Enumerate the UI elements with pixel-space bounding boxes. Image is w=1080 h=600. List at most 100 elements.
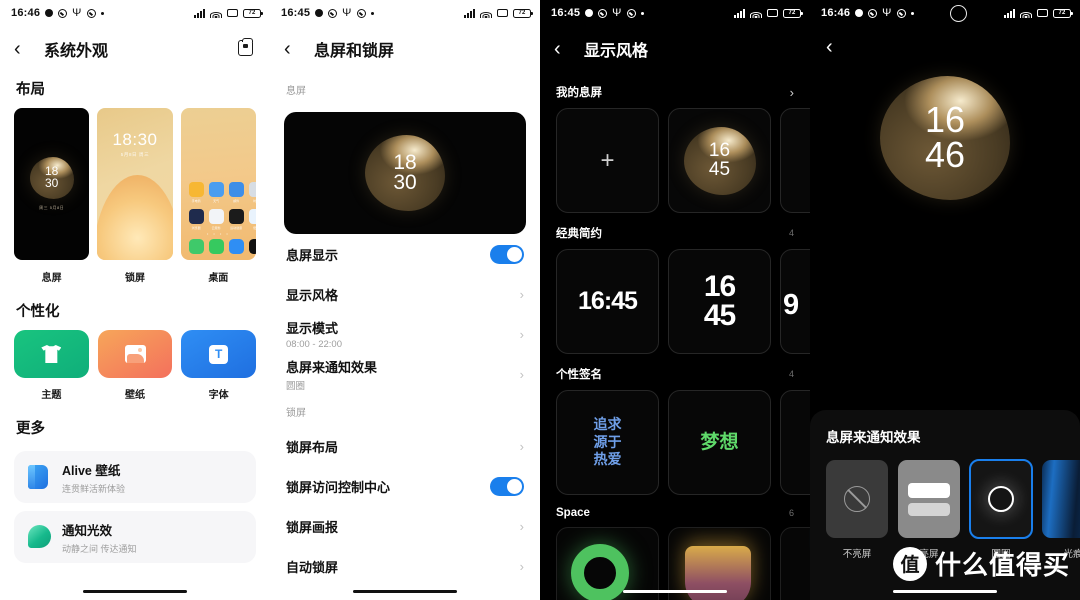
home-indicator[interactable] <box>893 589 997 593</box>
list-item-title: Alive 壁纸 <box>62 463 121 478</box>
back-button[interactable]: ‹ <box>554 39 574 59</box>
effect-option[interactable]: 不亮屏 <box>826 460 888 560</box>
home-app-label: 时钟 <box>253 199 256 203</box>
home-indicator[interactable] <box>83 589 187 593</box>
sim-icon <box>497 9 508 17</box>
lock-time: 18:30 <box>112 130 158 149</box>
signal-icon <box>464 8 475 18</box>
wifi-icon <box>1020 9 1032 18</box>
preview-aod[interactable]: 18 30 周三 5月8日 息屏 <box>14 108 90 284</box>
clock-minute: 45 <box>703 298 736 332</box>
watermark: 值 什么值得买 <box>892 545 1070 582</box>
settings-row[interactable]: 息屏显示 <box>270 234 540 274</box>
chevron-right-icon: › <box>519 518 524 534</box>
settings-row[interactable]: 显示风格 › <box>270 274 540 314</box>
check-circle-icon <box>58 8 68 18</box>
more-list: Alive 壁纸 连贯鲜活新体验 通知光效 动静之间 传达通知 <box>0 447 270 563</box>
tile-caption: 壁纸 <box>125 390 145 401</box>
list-item-alive-wallpaper[interactable]: Alive 壁纸 连贯鲜活新体验 <box>14 451 256 503</box>
chevron-right-icon[interactable]: › <box>790 85 794 100</box>
full-screen-icon[interactable] <box>898 460 960 538</box>
theme-store-icon[interactable] <box>238 37 256 58</box>
home-app-icon: 手电筒 <box>188 182 204 203</box>
full-screen-icon <box>908 482 950 516</box>
clock-numeral: 9 <box>783 289 799 322</box>
wifi-icon <box>480 9 492 18</box>
style-card[interactable]: 12369 <box>780 249 810 354</box>
aod-blob: 16 45 <box>683 126 756 195</box>
home-app-label: 天气 <box>213 199 220 203</box>
style-card[interactable]: 16 45 <box>668 249 771 354</box>
tile-caption: 主题 <box>41 390 62 401</box>
check-circle-icon <box>356 8 366 18</box>
camera-ring-icon <box>950 4 968 22</box>
back-button[interactable]: ‹ <box>14 39 34 59</box>
usb-icon: Ψ <box>882 6 892 19</box>
style-section-header: Space 6 <box>540 495 810 527</box>
style-card[interactable]: 追求极致完美轻易不说 <box>780 108 810 213</box>
check-circle-icon <box>896 8 906 18</box>
home-app-icon: 运动健康 <box>228 209 244 230</box>
light-trail-icon[interactable] <box>1042 460 1080 538</box>
settings-row[interactable]: 息屏来通知效果 圆圈 › <box>270 354 540 394</box>
signature-line: 源于 <box>593 433 622 450</box>
usb-icon: Ψ <box>612 6 622 19</box>
settings-row[interactable]: 锁屏布局 › <box>270 426 540 466</box>
app-bar: ‹ 显示风格 <box>540 26 810 72</box>
page-title: 显示风格 <box>584 43 649 60</box>
space-artwork <box>781 528 810 600</box>
home-app-label: 运动健康 <box>230 226 243 230</box>
settings-row-subtitle: 圆圈 <box>286 380 306 392</box>
chevron-right-icon: › <box>519 326 524 342</box>
settings-row[interactable]: 锁屏画报 › <box>270 506 540 546</box>
home-indicator[interactable] <box>623 589 727 593</box>
settings-list-lockscreen: 锁屏布局 › 锁屏访问控制中心锁屏画报 › 自动锁屏 › <box>270 426 540 586</box>
signal-icon <box>1004 8 1015 18</box>
preview-lockscreen[interactable]: 18:30 5月8日 周三 锁屏 <box>97 108 173 284</box>
check-circle-icon <box>626 8 636 18</box>
style-card[interactable]: 梦想 <box>668 390 771 495</box>
notification-glow-icon <box>28 525 51 548</box>
section-title-more: 更多 <box>16 421 45 437</box>
panel-notification-effect: 16:46 Ψ 72 ‹ 16 46 息屏来通知效果 不亮屏 亮屏 圆圈 光痕 … <box>810 0 1080 600</box>
settings-toggle[interactable] <box>490 476 524 496</box>
style-card[interactable]: 16:45 <box>556 249 659 354</box>
settings-row[interactable]: 自动锁屏 › <box>270 546 540 586</box>
circle-glow-icon[interactable] <box>969 459 1033 539</box>
settings-row-title: 息屏显示 <box>286 247 339 263</box>
style-card[interactable]: 追求极致完美轻易不说 <box>780 390 810 495</box>
style-card[interactable]: 16 <box>780 527 810 600</box>
signal-icon <box>734 8 745 18</box>
tile-theme[interactable]: 主题 <box>14 330 89 401</box>
style-card[interactable]: 追求 源于 热爱 <box>556 390 659 495</box>
home-indicator[interactable] <box>353 589 457 593</box>
list-item-subtitle: 动静之间 传达通知 <box>62 543 137 554</box>
status-time: 16:45 <box>281 7 311 19</box>
chevron-right-icon: › <box>519 438 524 454</box>
tile-wallpaper[interactable]: 壁纸 <box>97 330 173 401</box>
battery-icon: 72 <box>513 8 533 18</box>
preview-homescreen[interactable]: 手电筒 天气 邮件 时钟浏览器 云服务 运动健康 便签 • • • • 桌面 <box>180 108 256 284</box>
settings-row[interactable]: 显示模式 08:00 - 22:00 › <box>270 314 540 354</box>
home-app-label: 云服务 <box>211 226 221 230</box>
settings-row[interactable]: 锁屏访问控制中心 <box>270 466 540 506</box>
aod-preview-card[interactable]: 18 30 <box>284 112 526 234</box>
app-bar: ‹ 息屏和锁屏 <box>270 26 540 72</box>
back-button[interactable]: ‹ <box>826 36 833 59</box>
record-dot-icon <box>45 9 54 17</box>
style-section-header: 经典简约 4 <box>540 213 810 249</box>
settings-row-subtitle: 08:00 - 22:00 <box>286 339 342 350</box>
panel-system-appearance: 16:46 Ψ 72 ‹ 系统外观 布局 18 30 周三 5月8日 息屏 18… <box>0 0 270 600</box>
status-bar: 16:46 Ψ 72 <box>810 0 1080 26</box>
back-button[interactable]: ‹ <box>284 39 304 59</box>
analog-clock-face: 12369 <box>781 250 810 353</box>
home-app-icon: 邮件 <box>228 182 244 203</box>
style-card[interactable]: + <box>556 108 659 213</box>
settings-toggle[interactable] <box>490 244 524 264</box>
style-card[interactable]: 16 45 <box>668 108 771 213</box>
style-section-title: 个性签名 <box>556 369 602 381</box>
tile-font[interactable]: T 字体 <box>181 330 257 401</box>
no-display-icon[interactable] <box>826 460 888 538</box>
list-item-notification-glow[interactable]: 通知光效 动静之间 传达通知 <box>14 511 256 563</box>
settings-row-title: 锁屏访问控制中心 <box>286 479 391 495</box>
